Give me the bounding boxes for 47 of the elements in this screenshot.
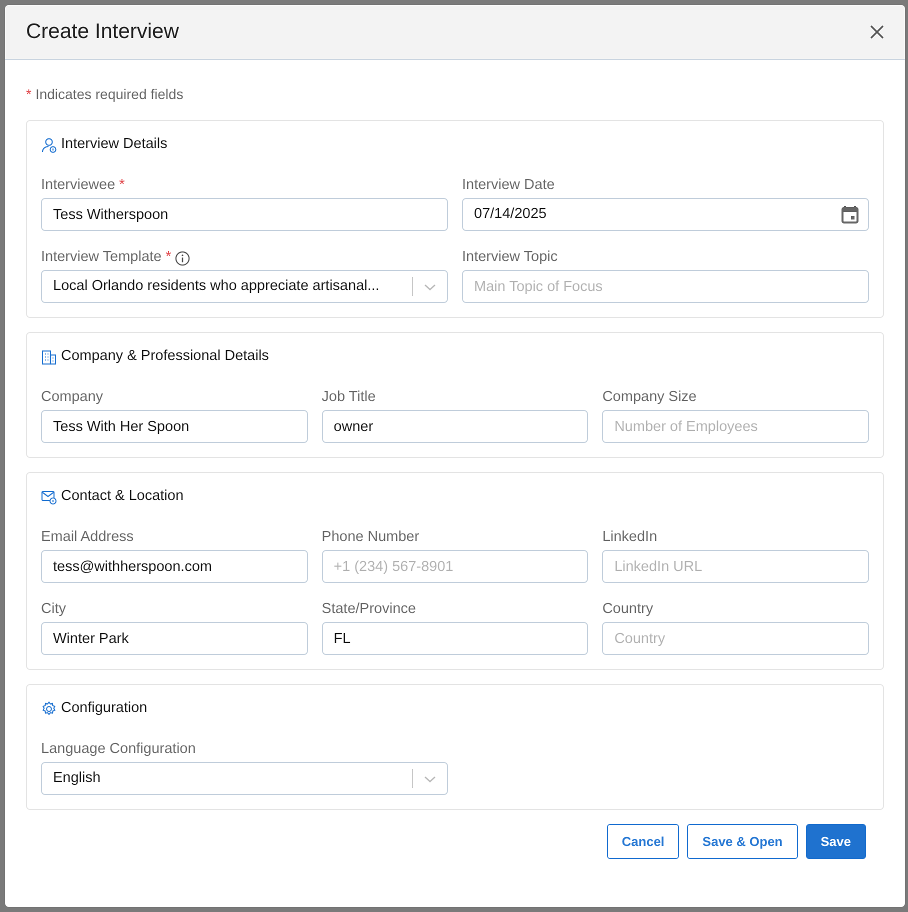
select-field[interactable]: English	[41, 762, 448, 795]
section-title: Contact & Location	[61, 487, 184, 506]
input-field[interactable]: FL	[322, 622, 588, 655]
input-field[interactable]: Tess With Her Spoon	[41, 410, 308, 443]
field-label: Interview Topic	[462, 248, 558, 268]
input-field[interactable]: Country	[602, 622, 869, 655]
field-label: Email Address	[41, 528, 134, 548]
input-field[interactable]: +1 (234) 567-8901	[322, 550, 588, 583]
required-mark: *	[26, 85, 32, 104]
required-note: Indicates required fields	[35, 85, 184, 104]
section-title: Interview Details	[61, 135, 168, 154]
field-label: Language Configuration	[41, 740, 196, 760]
field-label: Company Size	[602, 388, 697, 408]
section-title: Company & Professional Details	[61, 347, 269, 366]
secondary-button[interactable]: Save & Open	[687, 824, 798, 859]
info-icon[interactable]	[175, 250, 190, 266]
envelope-icon	[41, 489, 57, 505]
gear-icon	[41, 701, 57, 717]
field-label: Phone Number	[322, 528, 420, 548]
field-label: Country	[602, 600, 654, 620]
calendar-icon[interactable]	[841, 205, 859, 224]
building-icon	[41, 349, 57, 365]
date-field[interactable]: 07/14/2025	[462, 198, 869, 231]
field-label: City	[41, 600, 66, 620]
input-field[interactable]: Winter Park	[41, 622, 308, 655]
field-label: Interview Template	[41, 248, 162, 268]
field-label: State/Province	[322, 600, 416, 620]
field-label: Interviewee	[41, 176, 116, 196]
field-label: LinkedIn	[602, 528, 658, 548]
input-field[interactable]: tess@withherspoon.com	[41, 550, 308, 583]
field-label: Interview Date	[462, 176, 555, 196]
input-field[interactable]: owner	[322, 410, 588, 443]
input-field[interactable]: Number of Employees	[602, 410, 869, 443]
section-title: Configuration	[61, 699, 148, 718]
field-label: Company	[41, 388, 104, 408]
dialog-title: Create Interview	[26, 19, 179, 45]
save-button[interactable]: Save	[806, 824, 866, 859]
required-mark: *	[119, 176, 125, 196]
secondary-button[interactable]: Cancel	[606, 824, 680, 859]
close-icon[interactable]	[870, 25, 884, 39]
required-mark: *	[166, 248, 172, 268]
select-field[interactable]: Local Orlando residents who appreciate artisanal...	[41, 270, 448, 303]
person-icon	[41, 137, 57, 153]
field-label: Job Title	[322, 388, 376, 408]
input-field[interactable]: Tess Witherspoon	[41, 198, 448, 231]
input-field[interactable]: LinkedIn URL	[602, 550, 869, 583]
input-field[interactable]: Main Topic of Focus	[462, 270, 869, 303]
